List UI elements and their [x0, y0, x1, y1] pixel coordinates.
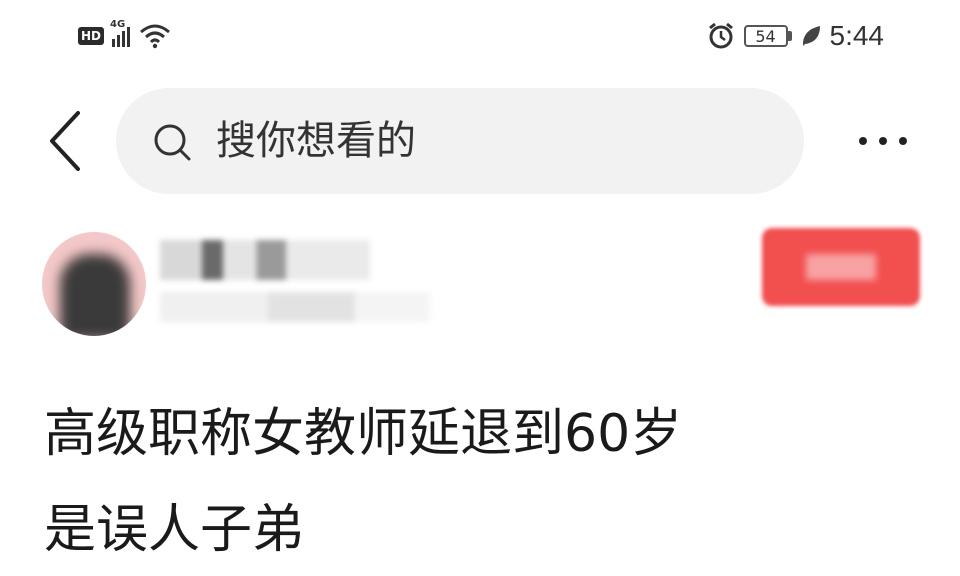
chevron-left-icon [50, 111, 80, 171]
status-right: 54 5:44 [706, 18, 885, 54]
search-bar[interactable] [116, 88, 804, 194]
back-button[interactable] [40, 108, 90, 174]
alarm-icon [708, 22, 733, 49]
author-avatar[interactable] [42, 232, 146, 336]
hd-badge: HD [78, 27, 105, 45]
leaf-icon [802, 26, 820, 46]
clock: 5:44 [829, 20, 885, 51]
status-bar: HD 4G 54 5:44 [0, 0, 960, 70]
more-dot-icon [859, 137, 867, 145]
battery-level: 54 [743, 25, 788, 47]
post-title: 高级职称女教师延退到60岁 是误人子弟 [44, 386, 924, 576]
follow-button[interactable] [762, 228, 920, 306]
author-meta-blurred [160, 292, 430, 322]
follow-button-label-blurred [806, 254, 876, 280]
status-left: HD 4G [78, 19, 172, 52]
author-name-blurred[interactable] [160, 240, 370, 280]
more-options-button[interactable] [848, 124, 918, 158]
battery-indicator: 54 [743, 25, 792, 47]
post-title-line-2: 是误人子弟 [44, 500, 305, 560]
post-title-line-1: 高级职称女教师延退到60岁 [44, 404, 683, 464]
wifi-icon [140, 24, 170, 49]
search-input[interactable] [216, 108, 776, 174]
more-dot-icon [899, 137, 907, 145]
more-dot-icon [879, 137, 887, 145]
network-type: 4G [110, 19, 126, 30]
search-icon [154, 124, 191, 161]
signal-icon: 4G [110, 19, 131, 47]
